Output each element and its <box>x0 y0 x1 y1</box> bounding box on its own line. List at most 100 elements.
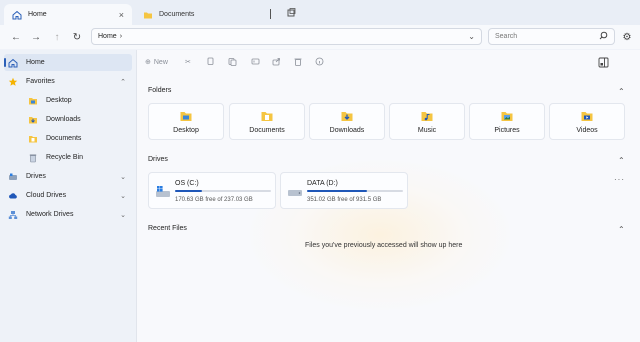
folder-label: Videos <box>576 127 598 134</box>
tab-label: Home <box>28 11 47 18</box>
sidebar-item-label: Home <box>26 59 45 66</box>
sidebar-item-downloads[interactable]: Downloads <box>4 111 132 128</box>
arrow-right-icon: → <box>31 31 41 43</box>
tab-home[interactable]: Home × <box>4 4 132 25</box>
folder-tile-music[interactable]: Music <box>389 103 465 140</box>
copy-button[interactable] <box>207 56 215 68</box>
documents-folder-icon <box>28 134 38 144</box>
desktop-folder-icon <box>28 96 38 106</box>
drive-free-space: 351.02 GB free of 931.5 GB <box>307 197 382 203</box>
refresh-icon: ↻ <box>72 31 82 43</box>
collapse-drives-icon[interactable]: ⌃ <box>618 156 625 165</box>
scissors-icon: ✂ <box>185 59 191 66</box>
new-button[interactable]: ⊕ New <box>145 56 168 68</box>
toggle-details-pane-button[interactable] <box>598 57 609 68</box>
refresh-button[interactable]: ↻ <box>69 29 85 45</box>
forward-button[interactable]: → <box>28 29 44 45</box>
folder-tile-downloads[interactable]: Downloads <box>309 103 385 140</box>
drive-usage-bar <box>307 190 403 192</box>
documents-folder-icon <box>260 109 274 123</box>
cloud-icon <box>8 191 18 201</box>
folder-label: Desktop <box>173 127 199 134</box>
sidebar-item-home[interactable]: Home <box>4 54 132 71</box>
drive-usage-fill <box>175 190 202 192</box>
delete-button[interactable] <box>294 56 302 68</box>
sidebar-item-cloud-drives[interactable]: Cloud Drives ⌄ <box>4 187 132 204</box>
folder-tile-documents[interactable]: Documents <box>229 103 305 140</box>
tab-documents[interactable]: Documents <box>135 4 263 25</box>
copy-icon <box>207 57 215 68</box>
arrow-up-icon: ↑ <box>54 31 60 43</box>
rename-button[interactable] <box>251 56 260 68</box>
sidebar-item-drives[interactable]: Drives ⌄ <box>4 168 132 185</box>
chevron-down-icon[interactable]: ⌄ <box>468 32 475 41</box>
tab-label: Documents <box>159 11 195 18</box>
folder-tile-pictures[interactable]: Pictures <box>469 103 545 140</box>
back-button[interactable]: ← <box>8 29 24 45</box>
recycle-bin-icon <box>28 153 38 163</box>
more-options-icon[interactable]: ··· <box>614 175 625 184</box>
section-title-recent-files: Recent Files <box>148 225 187 232</box>
drive-tile-d[interactable]: DATA (D:) 351.02 GB free of 931.5 GB <box>280 172 408 209</box>
properties-button[interactable] <box>315 56 324 68</box>
up-button[interactable]: ↑ <box>49 29 65 45</box>
paste-button[interactable] <box>228 56 237 68</box>
network-icon <box>8 210 18 220</box>
sidebar-item-label: Desktop <box>46 97 72 104</box>
drive-usage-fill <box>307 190 367 192</box>
sidebar-item-label: Downloads <box>46 116 81 123</box>
desktop-folder-icon <box>179 109 193 123</box>
share-icon <box>272 57 281 68</box>
breadcrumb-separator-icon: › <box>119 33 123 40</box>
rename-icon <box>251 57 260 68</box>
windows-drive-icon <box>155 185 171 199</box>
sidebar-item-documents[interactable]: Documents <box>4 130 132 147</box>
sidebar-item-recycle-bin[interactable]: Recycle Bin <box>4 149 132 166</box>
folder-tile-desktop[interactable]: Desktop <box>148 103 224 140</box>
collapse-recent-icon[interactable]: ⌃ <box>618 225 625 234</box>
folder-label: Music <box>417 127 437 134</box>
search-placeholder: Search <box>495 33 518 40</box>
chevron-down-icon[interactable]: ⌄ <box>120 192 126 200</box>
sidebar-item-label: Drives <box>26 173 46 180</box>
drive-tile-c[interactable]: OS (C:) 170.63 GB free of 237.03 GB <box>148 172 276 209</box>
collapse-folders-icon[interactable]: ⌃ <box>618 87 625 96</box>
sidebar-item-label: Favorites <box>26 78 55 85</box>
drive-icon <box>287 185 303 199</box>
downloads-folder-icon <box>28 115 38 125</box>
section-title-folders: Folders <box>148 87 172 94</box>
address-input[interactable]: Home › ⌄ <box>91 28 482 45</box>
pictures-folder-icon <box>500 109 514 123</box>
sidebar-item-network-drives[interactable]: Network Drives ⌄ <box>4 206 132 223</box>
info-icon <box>315 57 324 68</box>
folder-tile-videos[interactable]: Videos <box>549 103 625 140</box>
settings-button[interactable]: ⚙ <box>620 30 634 44</box>
gear-icon: ⚙ <box>622 31 632 43</box>
sidebar-item-label: Cloud Drives <box>26 192 67 199</box>
arrow-left-icon: ← <box>11 31 21 43</box>
drive-usage-bar <box>175 190 271 192</box>
sidebar-item-favorites[interactable]: Favorites ⌃ <box>4 73 132 90</box>
chevron-down-icon[interactable]: ⌄ <box>120 173 126 181</box>
cut-button[interactable]: ✂ <box>185 56 191 68</box>
share-button[interactable] <box>272 56 281 68</box>
tab-actions-icon[interactable] <box>286 8 296 18</box>
chevron-up-icon[interactable]: ⌃ <box>120 78 126 86</box>
new-button-label: New <box>153 58 168 66</box>
breadcrumb-home[interactable]: Home <box>98 33 117 40</box>
home-icon <box>8 58 18 68</box>
sidebar-item-desktop[interactable]: Desktop <box>4 92 132 109</box>
sidebar-item-label: Recycle Bin <box>46 154 83 161</box>
search-input[interactable]: Search <box>488 28 615 45</box>
sidebar-item-label: Network Drives <box>26 211 74 218</box>
search-icon[interactable] <box>599 31 608 42</box>
close-tab-icon[interactable]: × <box>119 10 124 20</box>
videos-folder-icon <box>580 109 594 123</box>
home-icon <box>12 10 22 20</box>
folder-label: Pictures <box>494 127 520 134</box>
folder-icon <box>143 10 153 20</box>
plus-icon: ⊕ <box>145 59 151 66</box>
chevron-down-icon[interactable]: ⌄ <box>120 211 126 219</box>
pane-icon <box>598 57 609 70</box>
music-folder-icon <box>420 109 434 123</box>
